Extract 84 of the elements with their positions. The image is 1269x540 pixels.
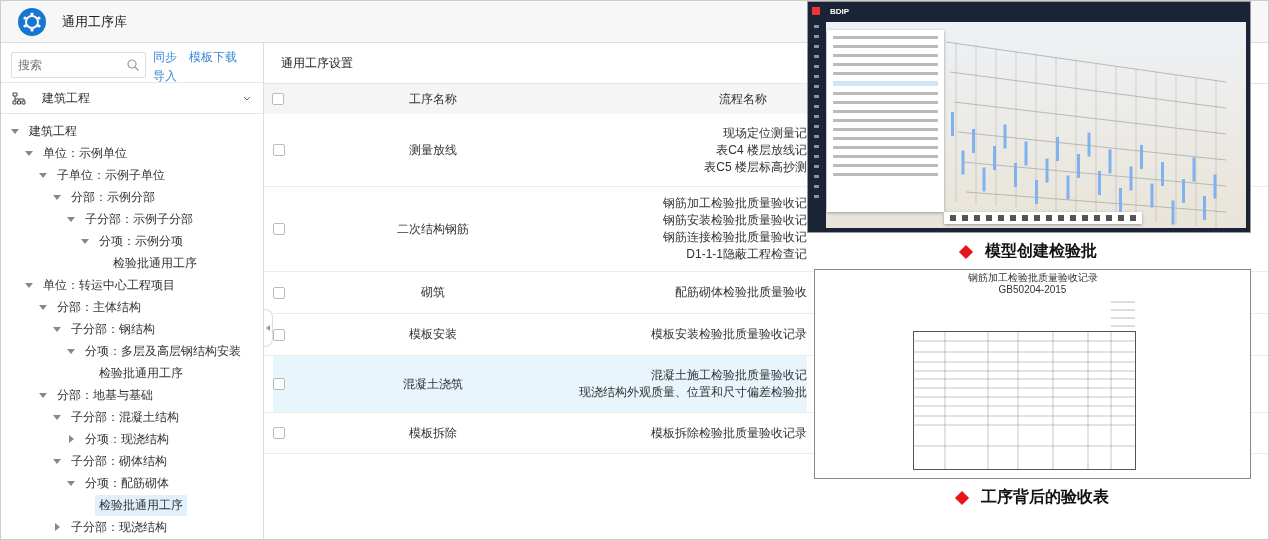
tree-item[interactable]: 子分部：混凝土结构 (67, 406, 183, 428)
tree-item[interactable]: 建筑工程 (25, 120, 81, 142)
caret-down-icon[interactable] (67, 348, 75, 354)
tree-item[interactable]: 分项：示例分项 (95, 230, 187, 252)
tree-item[interactable]: 子分部：现浇结构 (67, 516, 171, 538)
table-cell-text: 砌筑 (420, 284, 446, 301)
table-row[interactable]: 测量放线 现场定位测量记 表C4 楼层放线记 表C5 楼层标高抄测 (273, 114, 807, 186)
form-title: 钢筋加工检验批质量验收记录 (967, 272, 1098, 284)
tree-item[interactable]: 检验批通用工序 (109, 252, 201, 274)
form-code: GB50204-2015 (998, 284, 1067, 296)
caret-down-icon[interactable] (39, 392, 47, 398)
tree-item[interactable]: 子分部：示例子分部 (81, 208, 197, 230)
caret-down-icon[interactable] (53, 326, 61, 332)
tree-item[interactable]: 单位：示例单位 (39, 142, 131, 164)
caret-down-icon[interactable] (67, 480, 75, 486)
collapse-handle[interactable] (264, 309, 273, 347)
project-type-dropdown[interactable]: 建筑工程 (1, 83, 263, 114)
table-cell-text: 模板拆除 (408, 424, 458, 442)
link[interactable]: 模板下载 (189, 49, 237, 66)
table-cell-text: 混凝土浇筑 (402, 375, 464, 393)
table-cell-text: 二次结构钢筋 (396, 220, 470, 238)
row-checkbox[interactable] (273, 378, 285, 390)
tree-item[interactable]: 子分部：钢结构 (67, 318, 159, 340)
table-cell-text: 现场定位测量记 (722, 124, 807, 142)
table-cell-text: 现浇结构外观质量、位置和尺寸偏差检验批 (578, 384, 807, 401)
caret-down-icon[interactable] (53, 458, 61, 464)
caret-left-icon (266, 325, 270, 331)
row-checkbox[interactable] (273, 223, 285, 235)
app-name: BDIP (830, 6, 850, 16)
table-cell-text: 混凝土施工检验批质量验收记 (650, 367, 807, 384)
search-icon[interactable] (127, 59, 139, 71)
chevron-down-icon (243, 95, 251, 101)
table-cell-text: 钢筋连接检验批质量验收记 (662, 229, 807, 246)
tree-item[interactable]: 检验批通用工序 (95, 494, 187, 516)
caret-down-icon[interactable] (39, 304, 47, 310)
search-field[interactable]: 搜索 (11, 52, 146, 78)
table-cell-text: 模板拆除检验批质量验收记录 (650, 424, 807, 442)
row-checkbox[interactable] (273, 328, 285, 341)
app-title: 通用工序库 (62, 12, 127, 31)
table-row[interactable]: 二次结构钢筋 钢筋加工检验批质量验收记 钢筋安装检验批质量验收记 钢筋连接检验批质量验收记 D1-1-1隐蔽工程检查记 (273, 187, 807, 271)
column-header: 工序名称 (408, 90, 458, 108)
caret-down-icon[interactable] (81, 238, 89, 244)
table-cell-text: D1-1-1隐蔽工程检查记 (685, 246, 807, 263)
table-row[interactable]: 模板安装 模板安装检验批质量验收记录 (273, 314, 807, 355)
row-checkbox[interactable] (273, 427, 285, 439)
caret-down-icon[interactable] (53, 194, 61, 200)
caret-right-icon[interactable] (55, 523, 60, 531)
table-row[interactable]: 砌筑 配筋砌体检验批质量验收 (273, 272, 807, 313)
table-cell-text: 表C5 楼层标高抄测 (703, 158, 807, 176)
table-cell-text: 模板安装检验批质量验收记录 (650, 326, 807, 343)
caption: 模型创建检验批 (985, 241, 1097, 261)
select-all-checkbox[interactable] (272, 93, 284, 105)
caret-down-icon[interactable] (11, 128, 19, 134)
tree-item[interactable]: 子单位：示例子单位 (53, 164, 169, 186)
caret-right-icon[interactable] (69, 435, 74, 443)
column-header: 流程名称 (718, 90, 768, 108)
table-cell-text: 表C4 楼层放线记 (715, 141, 807, 159)
caret-down-icon[interactable] (67, 216, 75, 222)
hierarchy-icon (12, 91, 26, 105)
tree-item[interactable]: 分部：地基与基础 (53, 384, 157, 406)
tree-item[interactable]: 子分部：砌体结构 (67, 450, 171, 472)
caret-down-icon[interactable] (25, 282, 33, 288)
caret-down-icon[interactable] (53, 414, 61, 420)
table-row[interactable]: 模板拆除 模板拆除检验批质量验收记录 (273, 413, 807, 453)
tree-item[interactable]: 分部：主体结构 (53, 296, 145, 318)
link[interactable]: 同步 (153, 49, 177, 66)
table-cell-text: 测量放线 (408, 141, 458, 159)
tree-item[interactable]: 单位：转运中心工程项目 (39, 274, 179, 296)
tree-item[interactable]: 分部：示例分部 (67, 186, 159, 208)
table-cell-text: 钢筋加工检验批质量验收记 (662, 195, 807, 212)
table-cell-text: 钢筋安装检验批质量验收记 (662, 212, 807, 229)
row-checkbox[interactable] (273, 286, 285, 299)
caret-down-icon[interactable] (39, 172, 47, 178)
caption: 工序背后的验收表 (980, 487, 1109, 507)
table-cell-text: 配筋砌体检验批质量验收 (674, 284, 807, 301)
tree-item[interactable]: 分项：现浇结构 (81, 428, 173, 450)
tree-item[interactable]: 分项：配筋砌体 (81, 472, 173, 494)
table-row[interactable]: 混凝土浇筑 混凝土施工检验批质量验收记 现浇结构外观质量、位置和尺寸偏差检验批 (273, 356, 807, 412)
row-checkbox[interactable] (273, 144, 285, 156)
link[interactable]: 导入 (153, 68, 177, 85)
table-cell-text: 模板安装 (408, 326, 458, 343)
caret-down-icon[interactable] (25, 150, 33, 156)
tree-item[interactable]: 分项：多层及高层钢结构安装 (81, 340, 245, 362)
tree-item[interactable]: 检验批通用工序 (95, 362, 187, 384)
